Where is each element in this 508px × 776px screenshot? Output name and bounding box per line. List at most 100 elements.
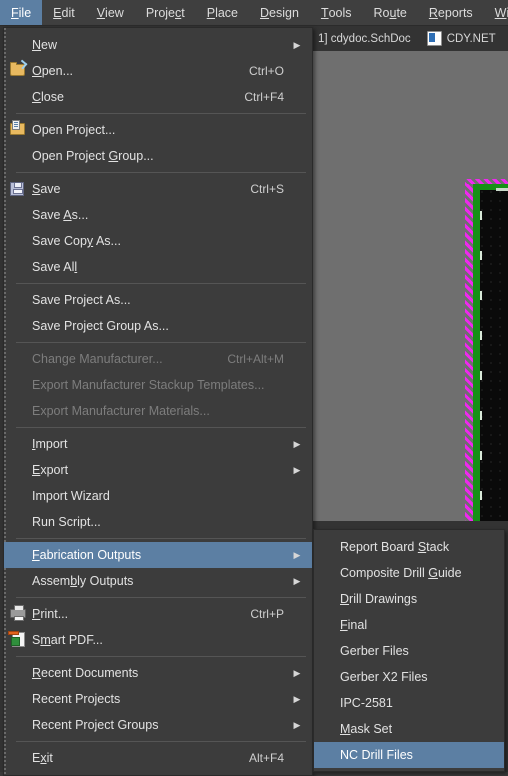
submenu-item-nc-drill-files[interactable]: NC Drill Files bbox=[314, 742, 504, 768]
submenu-item-drill-drawings[interactable]: Drill Drawings bbox=[314, 586, 504, 612]
open-folder-icon bbox=[4, 58, 32, 84]
pcb-design-canvas[interactable] bbox=[311, 51, 508, 521]
menubar-window[interactable]: Window bbox=[484, 0, 508, 25]
silkscreen-dash bbox=[480, 491, 482, 500]
menu-icon-slot bbox=[314, 560, 340, 586]
menu-item-save-as[interactable]: Save As... bbox=[4, 202, 312, 228]
menu-icon-slot bbox=[314, 768, 340, 771]
file-menu-popup[interactable]: New ▶ Open... Ctrl+O Close Ctrl+F4 Open Projec… bbox=[3, 27, 313, 776]
menu-item-label: Export Manufacturer Materials... bbox=[32, 404, 210, 418]
menu-item-exit[interactable]: Exit Alt+F4 bbox=[4, 745, 312, 771]
open-folder-icon bbox=[10, 62, 25, 76]
menu-separator bbox=[16, 656, 306, 657]
menu-item-open[interactable]: Open... Ctrl+O bbox=[4, 58, 312, 84]
menubar-reports[interactable]: Reports bbox=[418, 0, 484, 25]
menu-item-save-project-group-as[interactable]: Save Project Group As... bbox=[4, 313, 312, 339]
menu-item-shortcut: Ctrl+Alt+M bbox=[227, 352, 284, 366]
menubar-design[interactable]: Design bbox=[249, 0, 310, 25]
menu-icon-slot bbox=[314, 534, 340, 560]
document-tab[interactable]: [2 bbox=[504, 26, 508, 51]
menu-item-label: Change Manufacturer... bbox=[32, 352, 163, 366]
menu-item-label: Export bbox=[32, 463, 69, 477]
menu-separator bbox=[16, 283, 306, 284]
fabrication-outputs-submenu[interactable]: Report Board Stack Composite Drill Guide D… bbox=[313, 529, 505, 772]
menu-item-new[interactable]: New ▶ bbox=[4, 32, 312, 58]
submenu-item-final[interactable]: Final bbox=[314, 612, 504, 638]
printer-icon bbox=[10, 605, 26, 621]
submenu-item-composite-drill-guide[interactable]: Composite Drill Guide bbox=[314, 560, 504, 586]
menubar-view[interactable]: View bbox=[86, 0, 135, 25]
menu-item-import-wizard[interactable]: Import Wizard bbox=[4, 483, 312, 509]
menu-item-change-manufacturer: Change Manufacturer... Ctrl+Alt+M bbox=[4, 346, 312, 372]
menu-icon-slot bbox=[4, 568, 32, 594]
menu-item-close[interactable]: Close Ctrl+F4 bbox=[4, 84, 312, 110]
menu-icon-slot bbox=[314, 664, 340, 690]
save-disk-icon bbox=[10, 182, 24, 196]
document-tab[interactable]: 1] cdydoc.SchDoc bbox=[310, 26, 419, 51]
menubar-route[interactable]: Ro u te bbox=[363, 0, 418, 25]
menu-item-open-project[interactable]: Open Project... bbox=[4, 117, 312, 143]
menu-item-recent-project-groups[interactable]: Recent Project Groups ▶ bbox=[4, 712, 312, 738]
menu-item-recent-projects[interactable]: Recent Projects ▶ bbox=[4, 686, 312, 712]
menu-item-import[interactable]: Import ▶ bbox=[4, 431, 312, 457]
menubar-place[interactable]: Place bbox=[196, 0, 249, 25]
printer-icon bbox=[4, 601, 32, 627]
board-keepout-left bbox=[465, 184, 473, 521]
menu-icon-slot bbox=[4, 686, 32, 712]
menubar-file[interactable]: File bbox=[0, 0, 43, 25]
menu-item-shortcut: Alt+F4 bbox=[248, 751, 284, 765]
menu-item-label: Recent Documents bbox=[32, 666, 139, 680]
submenu-item-gerber-x2-files[interactable]: Gerber X2 Files bbox=[314, 664, 504, 690]
chevron-right-icon: ▶ bbox=[293, 464, 301, 475]
menu-item-assembly-outputs[interactable]: Assembly Outputs ▶ bbox=[4, 568, 312, 594]
menu-icon-slot bbox=[4, 712, 32, 738]
chevron-right-icon: ▶ bbox=[293, 667, 301, 678]
chevron-right-icon: ▶ bbox=[293, 719, 301, 730]
chevron-right-icon: ▶ bbox=[293, 693, 301, 704]
submenu-item-label: Drill Drawings bbox=[340, 592, 418, 606]
menu-item-fabrication-outputs[interactable]: Fabrication Outputs ▶ bbox=[4, 542, 312, 568]
submenu-item-odb-files[interactable]: ODB++ Files bbox=[314, 768, 504, 771]
silkscreen-dash bbox=[480, 291, 482, 300]
submenu-item-mask-set[interactable]: Mask Set bbox=[314, 716, 504, 742]
silkscreen-dash bbox=[480, 331, 482, 340]
submenu-item-ipc-2581[interactable]: IPC-2581 bbox=[314, 690, 504, 716]
menu-item-label: New bbox=[32, 38, 58, 52]
menu-item-save[interactable]: Save Ctrl+S bbox=[4, 176, 312, 202]
document-tab-label: CDY.NET bbox=[446, 32, 496, 45]
menu-icon-slot bbox=[4, 483, 32, 509]
menu-item-open-project-group[interactable]: Open Project Group... bbox=[4, 143, 312, 169]
menu-item-label: Close bbox=[32, 90, 64, 104]
silkscreen-dash bbox=[480, 411, 482, 420]
menu-item-label: Save Project As... bbox=[32, 293, 131, 307]
menu-item-run-script[interactable]: Run Script... bbox=[4, 509, 312, 535]
menu-icon-slot bbox=[4, 346, 32, 372]
menubar-project[interactable]: Proje c t bbox=[135, 0, 196, 25]
menubar-tools[interactable]: Tools bbox=[310, 0, 363, 25]
silkscreen-dash bbox=[480, 371, 482, 380]
submenu-item-gerber-files[interactable]: Gerber Files bbox=[314, 638, 504, 664]
document-tab[interactable]: CDY.NET bbox=[419, 26, 504, 51]
menu-item-print[interactable]: Print... Ctrl+P bbox=[4, 601, 312, 627]
menu-item-label: Export Manufacturer Stackup Templates... bbox=[32, 378, 265, 392]
menu-separator bbox=[16, 538, 306, 539]
menu-item-label: Run Script... bbox=[32, 515, 101, 529]
menu-item-label: Open Project... bbox=[32, 123, 116, 137]
chevron-right-icon: ▶ bbox=[293, 575, 301, 586]
menu-icon-slot bbox=[4, 287, 32, 313]
menubar-edit[interactable]: Edit bbox=[42, 0, 86, 25]
menu-item-smart-pdf[interactable]: Smart PDF... bbox=[4, 627, 312, 653]
menu-item-save-all[interactable]: Save All bbox=[4, 254, 312, 280]
menu-item-export[interactable]: Export ▶ bbox=[4, 457, 312, 483]
menu-item-export-manufacturer-stackup-templates: Export Manufacturer Stackup Templates... bbox=[4, 372, 312, 398]
menu-icon-slot bbox=[314, 690, 340, 716]
submenu-item-label: Mask Set bbox=[340, 722, 393, 736]
menu-item-save-project-as[interactable]: Save Project As... bbox=[4, 287, 312, 313]
submenu-item-label: Composite Drill Guide bbox=[340, 566, 462, 580]
menu-item-recent-documents[interactable]: Recent Documents ▶ bbox=[4, 660, 312, 686]
submenu-item-report-board-stack[interactable]: Report Board Stack bbox=[314, 534, 504, 560]
menu-item-export-manufacturer-materials: Export Manufacturer Materials... bbox=[4, 398, 312, 424]
chevron-right-icon: ▶ bbox=[293, 438, 301, 449]
menu-item-save-copy-as[interactable]: Save Copy As... bbox=[4, 228, 312, 254]
menu-icon-slot bbox=[4, 32, 32, 58]
